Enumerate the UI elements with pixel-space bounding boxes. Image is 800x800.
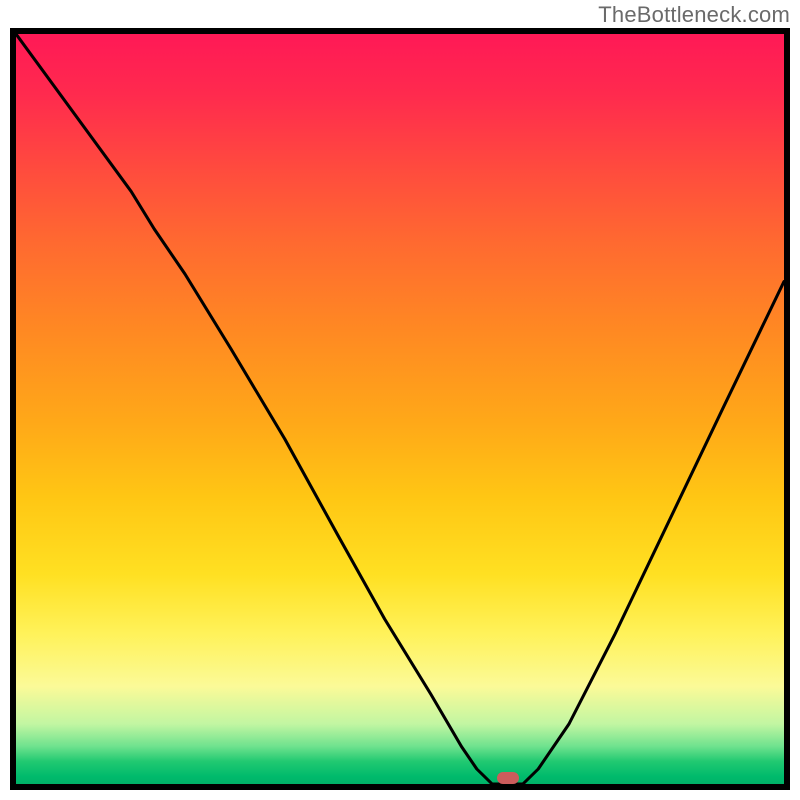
bottleneck-curve [16, 34, 784, 784]
watermark-label: TheBottleneck.com [598, 2, 790, 28]
minimum-marker [497, 772, 519, 784]
chart-frame: TheBottleneck.com [0, 0, 800, 800]
plot-area [10, 28, 790, 790]
